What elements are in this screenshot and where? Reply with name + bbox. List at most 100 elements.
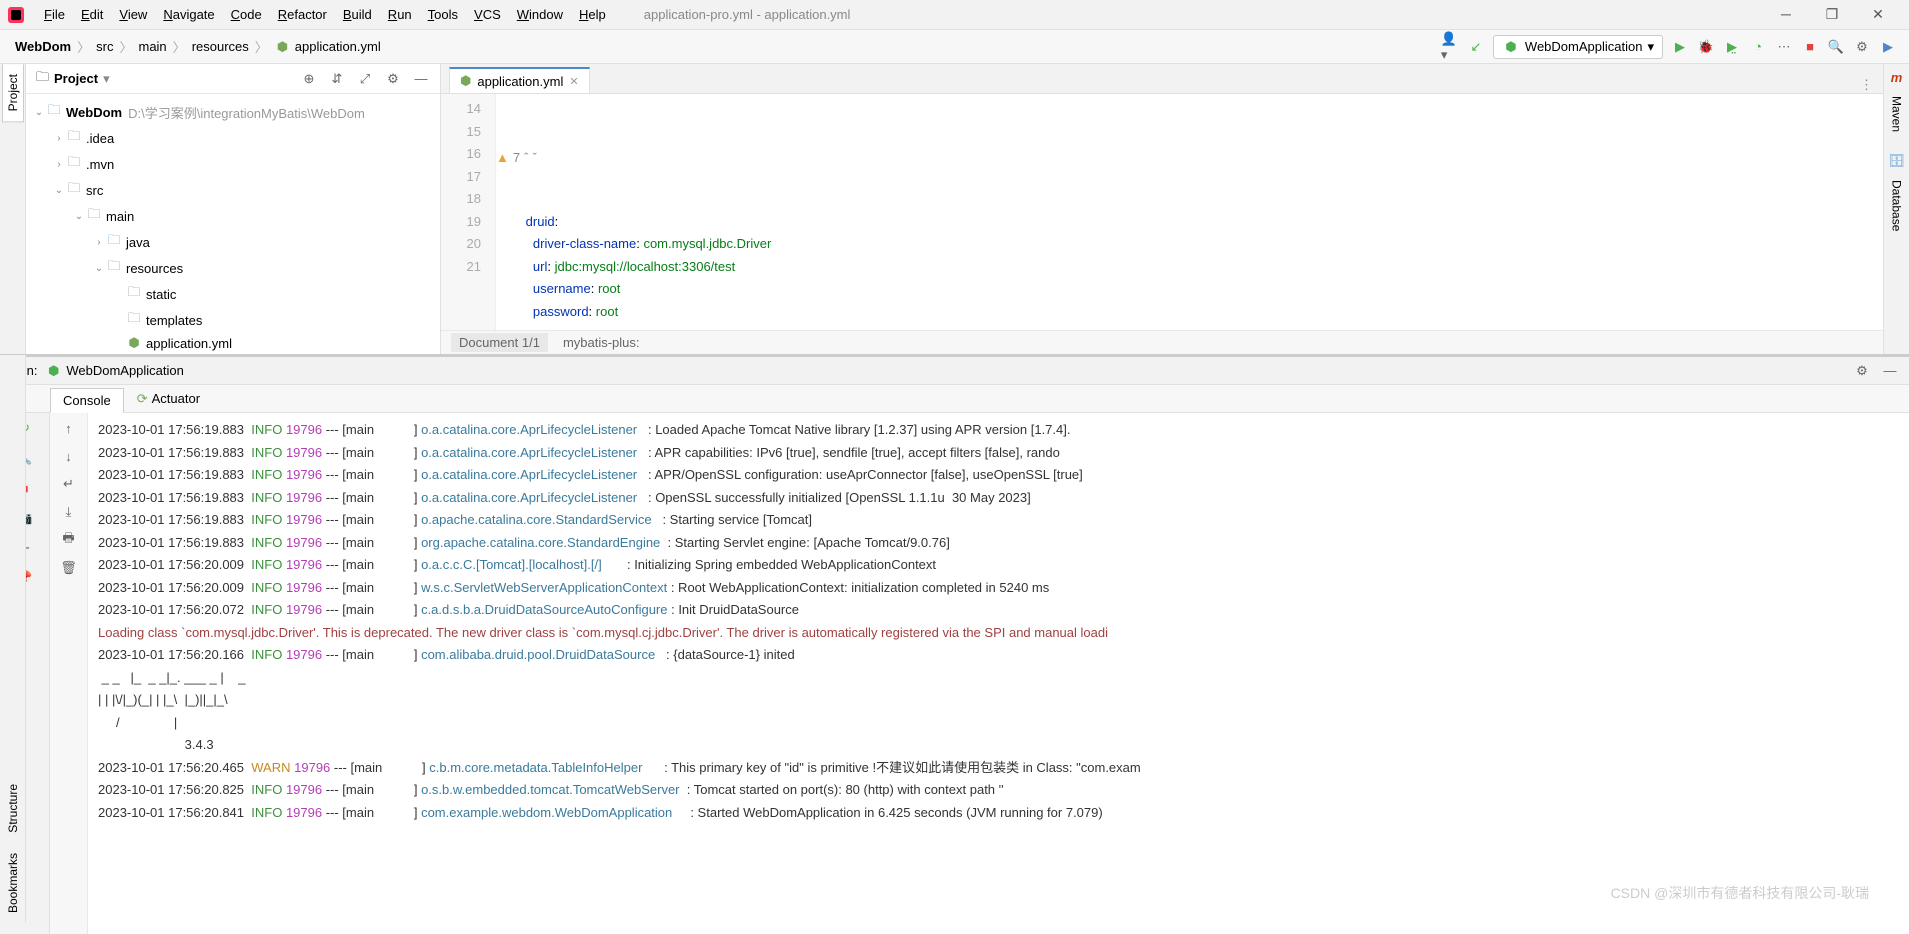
window-title: application-pro.yml - application.yml — [644, 7, 851, 22]
chevron-up-icon[interactable]: ˆ — [524, 147, 528, 170]
close-tab-icon[interactable]: ✕ — [569, 75, 578, 88]
crumb-segment[interactable]: WebDom — [12, 39, 74, 54]
menu-bar: FileEditViewNavigateCodeRefactorBuildRun… — [0, 0, 1909, 30]
tree-node[interactable]: ›🗀.mvn — [26, 151, 440, 177]
console-toolbar: ↑ ↓ ↵ ⤓ 🖶 🗑 — [50, 413, 88, 934]
structure-tool-tab[interactable]: Structure — [3, 774, 23, 843]
tab-more-icon[interactable]: ⋮ — [1850, 77, 1883, 93]
tab-console[interactable]: Console — [50, 388, 124, 413]
maven-icon: m — [1888, 68, 1906, 86]
tab-application-yml[interactable]: ⬢ application.yml ✕ — [449, 67, 590, 93]
editor-area: ⬢ application.yml ✕ ⋮ 1415161718192021 ▲… — [441, 64, 1883, 354]
learn-icon[interactable]: ▶ — [1879, 38, 1897, 56]
menu-window[interactable]: Window — [509, 7, 571, 22]
editor-tabs: ⬢ application.yml ✕ ⋮ — [441, 64, 1883, 94]
down-icon[interactable]: ↓ — [60, 447, 78, 465]
left-stripe-bottom: Bookmarks Structure — [0, 355, 26, 923]
spring-icon: ⬢ — [1502, 38, 1520, 56]
inspection-widget[interactable]: ▲7 ˆ ˇ — [496, 147, 1867, 170]
app-logo-icon — [8, 6, 26, 24]
maven-tool-tab[interactable]: Maven — [1887, 86, 1907, 142]
expand-all-icon[interactable]: ⇵ — [328, 70, 346, 88]
tree-node[interactable]: ›🗀java — [26, 229, 440, 255]
vcs-update-icon[interactable]: ↙ — [1467, 38, 1485, 56]
soft-wrap-icon[interactable]: ↵ — [60, 475, 78, 493]
tree-node[interactable]: ⌄🗀resources — [26, 255, 440, 281]
run-config-selector[interactable]: ⬢ WebDomApplication ▾ — [1493, 35, 1663, 59]
collapse-all-icon[interactable]: ⤢ — [356, 70, 374, 88]
console-output[interactable]: 2023-10-01 17:56:19.883 INFO 19796 --- [… — [88, 413, 1909, 934]
menu-tools[interactable]: Tools — [420, 7, 466, 22]
menu-build[interactable]: Build — [335, 7, 380, 22]
tab-actuator[interactable]: ⟳Actuator — [124, 386, 213, 412]
tree-node[interactable]: 🗀static — [26, 281, 440, 307]
hide-icon[interactable]: — — [412, 70, 430, 88]
minimize-button[interactable]: ─ — [1763, 6, 1809, 23]
chevron-down-icon[interactable]: ▾ — [103, 71, 110, 87]
settings-icon[interactable]: ⚙ — [1853, 38, 1871, 56]
run-config-label: WebDomApplication — [1525, 39, 1643, 54]
chevron-down-icon[interactable]: ˇ — [532, 147, 536, 170]
menu-file[interactable]: File — [36, 7, 73, 22]
menu-navigate[interactable]: Navigate — [155, 7, 222, 22]
crumb-segment[interactable]: main — [135, 39, 169, 54]
gear-icon[interactable]: ⚙ — [384, 70, 402, 88]
database-icon: 🗄 — [1888, 152, 1906, 170]
print-icon[interactable]: 🖶 — [60, 531, 78, 549]
database-tool-tab[interactable]: Database — [1887, 170, 1907, 241]
crumb-segment[interactable]: resources — [189, 39, 252, 54]
menu-run[interactable]: Run — [380, 7, 420, 22]
menu-vcs[interactable]: VCS — [466, 7, 509, 22]
tree-node[interactable]: ⌄🗀src — [26, 177, 440, 203]
tree-node[interactable]: 🗀templates — [26, 307, 440, 333]
spring-icon: ⬢ — [45, 362, 63, 380]
menu-code[interactable]: Code — [223, 7, 270, 22]
yml-file-icon: ⬢ — [460, 73, 471, 89]
tree-node[interactable]: ⬢application.yml — [26, 333, 440, 353]
debug-icon[interactable]: 🐞 — [1697, 38, 1715, 56]
menu-help[interactable]: Help — [571, 7, 614, 22]
tab-label: application.yml — [477, 74, 563, 89]
attach-icon[interactable]: ⋯ — [1775, 38, 1793, 56]
coverage-icon[interactable]: ▶̤ — [1723, 38, 1741, 56]
doc-indicator[interactable]: Document 1/1 — [451, 333, 548, 352]
stop-icon[interactable]: ■ — [1801, 38, 1819, 56]
crumb-path[interactable]: mybatis-plus: — [563, 335, 640, 350]
clear-icon[interactable]: 🗑 — [60, 559, 78, 577]
chevron-down-icon: ▾ — [1647, 39, 1654, 55]
gutter: 1415161718192021 — [441, 94, 496, 330]
maximize-button[interactable]: ❐ — [1809, 6, 1855, 23]
menu-edit[interactable]: Edit — [73, 7, 111, 22]
search-icon[interactable]: 🔍 — [1827, 38, 1845, 56]
gear-icon[interactable]: ⚙ — [1853, 362, 1871, 380]
close-button[interactable]: ✕ — [1855, 6, 1901, 23]
tree-node[interactable]: ⌄🗀main — [26, 203, 440, 229]
editor-breadcrumb[interactable]: Document 1/1 mybatis-plus: — [441, 330, 1883, 354]
bookmarks-tool-tab[interactable]: Bookmarks — [3, 843, 23, 923]
breadcrumb[interactable]: WebDom〉src〉main〉resources〉⬢ application.… — [12, 37, 384, 56]
menu-refactor[interactable]: Refactor — [270, 7, 335, 22]
project-panel: 🗀 Project ▾ ⊕ ⇵ ⤢ ⚙ — ⌄🗀WebDomD:\学习案例\int… — [26, 64, 441, 354]
hide-icon[interactable]: — — [1881, 362, 1899, 380]
select-opened-icon[interactable]: ⊕ — [300, 70, 318, 88]
actuator-icon: ⟳ — [137, 391, 148, 406]
run-icon[interactable]: ▶ — [1671, 38, 1689, 56]
up-icon[interactable]: ↑ — [60, 419, 78, 437]
scroll-end-icon[interactable]: ⤓ — [60, 503, 78, 521]
tree-node[interactable]: ›🗀.idea — [26, 125, 440, 151]
left-stripe: Project — [0, 64, 26, 354]
user-icon[interactable]: 👤▾ — [1441, 38, 1459, 56]
crumb-segment[interactable]: ⬢ application.yml — [271, 39, 384, 55]
code-editor[interactable]: ▲7 ˆ ˇ druid: driver-class-name: com.mys… — [496, 94, 1883, 330]
project-tree[interactable]: ⌄🗀WebDomD:\学习案例\integrationMyBatis\WebDo… — [26, 94, 440, 354]
tree-root[interactable]: ⌄🗀WebDomD:\学习案例\integrationMyBatis\WebDo… — [26, 99, 440, 125]
project-label: Project — [54, 71, 98, 86]
run-tool-window: Run: ⬢ WebDomApplication ⚙ — Console ⟳Ac… — [0, 354, 1909, 934]
crumb-segment[interactable]: src — [93, 39, 116, 54]
run-config-name: WebDomApplication — [66, 363, 184, 378]
profile-icon[interactable]: ◔ — [1749, 38, 1767, 56]
navigation-bar: WebDom〉src〉main〉resources〉⬢ application.… — [0, 30, 1909, 64]
menu-view[interactable]: View — [111, 7, 155, 22]
folder-icon: 🗀 — [36, 68, 49, 90]
project-tool-tab[interactable]: Project — [2, 64, 24, 122]
